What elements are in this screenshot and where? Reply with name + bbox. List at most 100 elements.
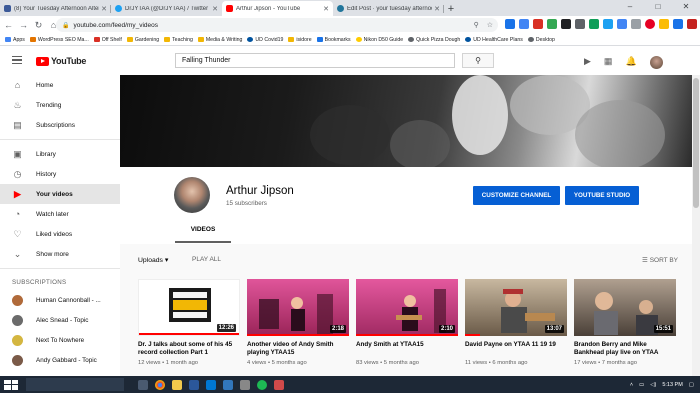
calendar-icon[interactable] <box>533 19 543 29</box>
browser-tab-twitter[interactable]: DrJYTAA (@DrJYTAA) / Twitter ✕ <box>111 1 222 16</box>
extension-icon[interactable] <box>519 19 529 29</box>
youtube-studio-button[interactable]: YOUTUBE STUDIO <box>565 186 639 205</box>
create-video-icon[interactable]: ▶ <box>584 56 591 69</box>
video-title[interactable]: David Payne on YTAA 11 19 19 <box>465 341 567 357</box>
bookmark-folder[interactable]: isidore <box>288 37 312 43</box>
sidebar-item-library[interactable]: ▣ Library <box>0 144 120 164</box>
bookmark-folder[interactable]: Gardening <box>126 37 159 43</box>
bookmark-apps[interactable]: Apps <box>5 37 25 43</box>
video-card[interactable]: 12:26 Dr. J talks about some of his 45 r… <box>138 279 240 366</box>
extension-icon[interactable] <box>589 19 599 29</box>
spotify-icon[interactable] <box>257 379 267 390</box>
customize-channel-button[interactable]: CUSTOMIZE CHANNEL <box>473 186 560 205</box>
sidebar-item-watch-later[interactable]: ◔ Watch later <box>0 204 120 224</box>
tray-chevron-icon[interactable]: ˄ <box>630 382 633 388</box>
zoom-icon[interactable]: ⚲ <box>474 21 479 29</box>
extension-icon[interactable] <box>561 19 571 29</box>
sidebar-item-liked-videos[interactable]: ♡ Liked videos <box>0 224 120 244</box>
star-icon[interactable]: ☆ <box>487 21 493 29</box>
video-thumbnail[interactable]: 2:10 <box>356 279 458 336</box>
extension-icon[interactable] <box>575 19 585 29</box>
subscription-item[interactable]: Andy Gabbard - Topic <box>0 350 120 370</box>
scrollbar-thumb[interactable] <box>693 78 699 208</box>
minimize-button[interactable]: – <box>616 0 644 14</box>
video-thumbnail[interactable]: 12:26 <box>138 279 240 336</box>
bookmark-folder[interactable]: Media & Writing <box>197 37 242 43</box>
uploads-dropdown[interactable]: Uploads ▾ <box>138 256 168 264</box>
account-avatar[interactable] <box>649 56 663 69</box>
sidebar-item-your-videos[interactable]: ▶ Your videos <box>0 184 120 204</box>
close-tab-icon[interactable]: ✕ <box>434 5 440 13</box>
sidebar-item-home[interactable]: ⌂ Home <box>0 75 120 95</box>
close-tab-icon[interactable]: ✕ <box>212 5 218 13</box>
subscription-item[interactable]: Next To Nowhere <box>0 330 120 350</box>
bookmark-item[interactable]: Off Shelf <box>93 37 122 43</box>
video-card[interactable]: 2:18 Another video of Andy Smith playing… <box>247 279 349 366</box>
search-input[interactable]: Falling Thunder <box>175 53 455 68</box>
browser-tab-wordpress[interactable]: Edit Post · your tuesday afternoon ✕ <box>333 1 444 16</box>
maximize-button[interactable]: □ <box>644 0 672 14</box>
notifications-bell-icon[interactable]: 🔔 <box>625 56 636 69</box>
pinterest-icon[interactable] <box>645 19 655 29</box>
browser-tab-youtube[interactable]: Arthur Jipson - YouTube ✕ <box>222 1 333 16</box>
search-button[interactable]: ⚲ <box>462 53 494 68</box>
clock[interactable]: 5:13 PM <box>662 382 682 388</box>
new-tab-button[interactable]: + <box>444 1 458 16</box>
app-icon[interactable] <box>274 379 284 390</box>
youtube-logo[interactable]: YouTube <box>36 56 86 66</box>
bookmark-item[interactable]: UD HealthCare Plans <box>465 37 523 43</box>
extension-icon[interactable] <box>631 19 641 29</box>
sidebar-item-history[interactable]: ◷ History <box>0 164 120 184</box>
extension-icon[interactable] <box>673 19 683 29</box>
video-title[interactable]: Dr. J talks about some of his 45 record … <box>138 341 240 357</box>
close-tab-icon[interactable]: ✕ <box>323 5 329 13</box>
notifications-icon[interactable]: ▢ <box>689 382 694 388</box>
extension-icon[interactable] <box>659 19 669 29</box>
page-scrollbar[interactable] <box>692 75 700 376</box>
bookmark-item[interactable]: WordPress SEO Ma... <box>29 37 89 43</box>
chrome-icon[interactable] <box>155 379 165 390</box>
browser-tab-facebook[interactable]: (8) Your Tuesday Afternoon Altern ✕ <box>0 1 111 16</box>
sidebar-item-subscriptions[interactable]: ▤ Subscriptions <box>0 115 120 135</box>
reload-icon[interactable]: ↻ <box>32 20 45 31</box>
sort-by-button[interactable]: ☰ SORT BY <box>642 256 678 264</box>
play-all-button[interactable]: PLAY ALL <box>192 256 221 263</box>
subscription-item[interactable]: Alec Snead - Topic <box>0 310 120 330</box>
volume-icon[interactable]: ◁) <box>650 382 656 388</box>
subscription-item[interactable]: Human Cannonball - ... <box>0 290 120 310</box>
bookmark-item[interactable]: Nikon D50 Guide <box>355 37 403 43</box>
apps-grid-icon[interactable]: ▦ <box>604 56 613 69</box>
tab-videos[interactable]: VIDEOS <box>175 223 231 243</box>
video-card[interactable]: 15:51 Brandon Berry and Mike Bankhead pl… <box>574 279 676 366</box>
sidebar-item-show-more[interactable]: ⌄ Show more <box>0 244 120 264</box>
back-icon[interactable]: ← <box>2 20 15 30</box>
video-card[interactable]: 2:10 Andy Smith at YTAA15 83 views • 5 m… <box>356 279 458 366</box>
bookmark-item[interactable]: Bookmarks <box>316 37 351 43</box>
network-icon[interactable]: ▭ <box>639 382 644 388</box>
bookmark-folder[interactable]: Teaching <box>164 37 193 43</box>
bookmark-item[interactable]: Desktop <box>527 37 555 43</box>
video-title[interactable]: Another video of Andy Smith playing YTAA… <box>247 341 349 357</box>
outlook-icon[interactable] <box>206 379 216 390</box>
address-bar[interactable]: 🔒 youtube.com/feed/my_videos ⚲ ☆ <box>56 18 498 32</box>
extension-icon[interactable] <box>547 19 557 29</box>
close-window-button[interactable]: ✕ <box>672 0 700 14</box>
edge-icon[interactable] <box>223 379 233 390</box>
video-thumbnail[interactable]: 13:07 <box>465 279 567 336</box>
extension-icon[interactable] <box>603 19 613 29</box>
forward-icon[interactable]: → <box>17 20 30 30</box>
task-view-icon[interactable] <box>138 379 148 390</box>
video-title[interactable]: Andy Smith at YTAA15 <box>356 341 458 357</box>
bookmark-item[interactable]: UD Covid19 <box>247 37 283 43</box>
word-icon[interactable] <box>189 379 199 390</box>
hamburger-menu-icon[interactable] <box>12 56 22 66</box>
app-icon[interactable] <box>240 379 250 390</box>
video-thumbnail[interactable]: 15:51 <box>574 279 676 336</box>
extension-icon[interactable] <box>687 19 697 29</box>
bookmark-item[interactable]: Quick Pizza Dough <box>408 37 460 43</box>
close-tab-icon[interactable]: ✕ <box>101 5 107 13</box>
windows-start-icon[interactable] <box>4 379 18 390</box>
video-card[interactable]: 13:07 David Payne on YTAA 11 19 19 11 vi… <box>465 279 567 366</box>
file-explorer-icon[interactable] <box>172 379 182 390</box>
extension-icon[interactable] <box>505 19 515 29</box>
